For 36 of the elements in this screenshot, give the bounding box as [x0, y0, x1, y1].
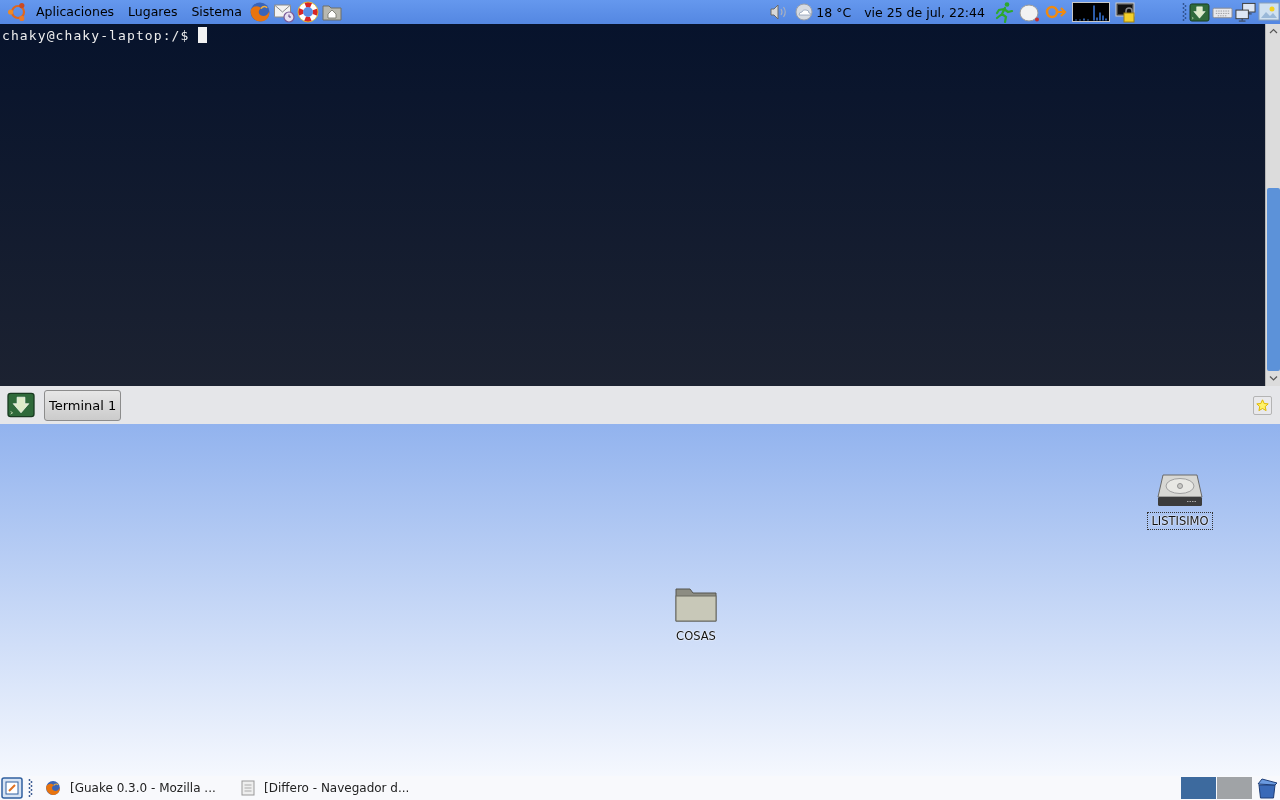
- star-icon: [1256, 398, 1269, 412]
- monitor-lock-icon[interactable]: [1115, 1, 1136, 23]
- cloud-icon[interactable]: [795, 3, 814, 21]
- menu-item[interactable]: Aplicaciones: [29, 1, 122, 23]
- folder-icon[interactable]: [674, 585, 718, 623]
- grip-icon[interactable]: [28, 778, 33, 798]
- load-graph[interactable]: [1072, 2, 1110, 22]
- trash-icon[interactable]: [1256, 777, 1278, 799]
- chevron-down-icon[interactable]: [1267, 373, 1279, 384]
- menu-item[interactable]: Sistema: [184, 1, 249, 23]
- terminal-tab[interactable]: Terminal 1: [44, 389, 122, 421]
- volume-icon[interactable]: [768, 2, 789, 22]
- framed-screen-icon[interactable]: [1, 777, 23, 799]
- grip-icon[interactable]: [1182, 2, 1187, 22]
- workspace-cell[interactable]: [1181, 777, 1216, 799]
- firefox-icon[interactable]: [248, 1, 271, 23]
- clock[interactable]: vie 25 de jul, 22:44: [864, 4, 985, 20]
- lifebuoy-icon[interactable]: [296, 1, 319, 23]
- mail-clock-icon[interactable]: [272, 1, 295, 23]
- task-button[interactable]: [Guake 0.3.0 - Mozilla ...: [41, 777, 237, 799]
- icon-label[interactable]: LISTISIMO: [1147, 512, 1213, 530]
- blob-icon[interactable]: [1019, 1, 1040, 23]
- scrollbar-thumb[interactable]: [1266, 188, 1280, 371]
- scrollbar[interactable]: [1265, 24, 1280, 386]
- network-icon[interactable]: [1235, 2, 1256, 22]
- terminal-prompt: chaky@chaky-laptop:/$: [2, 27, 190, 43]
- document-icon: [241, 780, 255, 796]
- menu-item[interactable]: Lugares: [121, 1, 185, 23]
- temperature-label[interactable]: 18 °C: [816, 4, 852, 20]
- icon-label[interactable]: COSAS: [672, 627, 720, 645]
- workspace-cell[interactable]: [1217, 777, 1252, 799]
- star-button[interactable]: [1253, 395, 1272, 415]
- terminal-cursor: [198, 27, 208, 43]
- drive-icon[interactable]: [1157, 472, 1203, 508]
- firefox-icon: [45, 780, 61, 796]
- task-button[interactable]: [Differo - Navegador d...: [237, 777, 433, 799]
